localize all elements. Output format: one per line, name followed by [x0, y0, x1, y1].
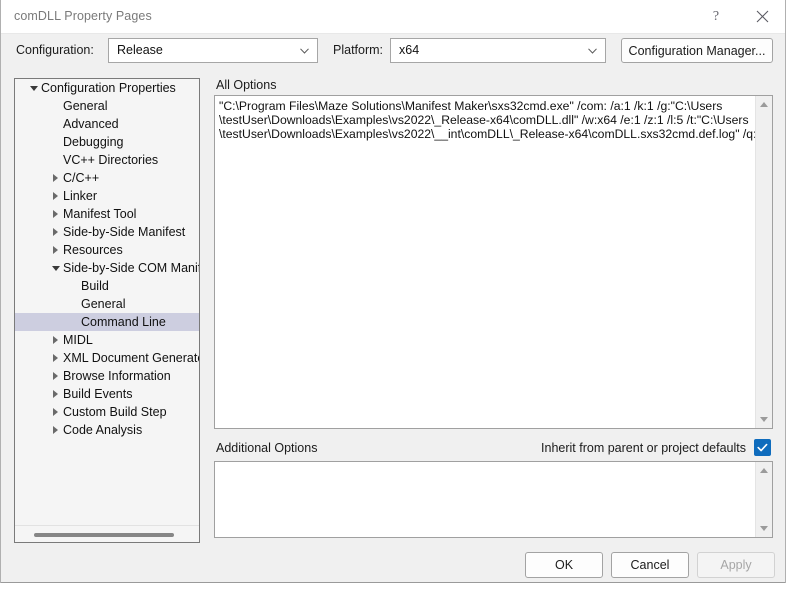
- configuration-label: Configuration:: [16, 43, 94, 57]
- all-options-value: "C:\Program Files\Maze Solutions\Manifes…: [219, 99, 764, 142]
- question-mark-icon: ?: [712, 8, 720, 24]
- tree-item-label: VC++ Directories: [63, 153, 159, 167]
- configuration-combo-value: Release: [117, 43, 163, 57]
- collapse-arrow-icon[interactable]: [52, 266, 60, 271]
- expand-arrow-icon[interactable]: [53, 228, 58, 236]
- tree-item-label: Debugging: [63, 135, 124, 149]
- chevron-down-icon: [588, 48, 597, 54]
- tree-item-label: Command Line: [81, 315, 166, 329]
- tree-item-label: Manifest Tool: [63, 207, 137, 221]
- all-options-vertical-scrollbar[interactable]: [755, 96, 772, 428]
- tree-item-label: Configuration Properties: [41, 81, 176, 95]
- tree-item-linker[interactable]: Linker: [15, 187, 199, 205]
- title-bar: comDLL Property Pages ?: [1, 0, 785, 34]
- additional-options-label: Additional Options: [216, 441, 318, 455]
- tree-item-side-by-side-com-manifest[interactable]: Side-by-Side COM Manifest: [15, 259, 199, 277]
- collapse-arrow-icon[interactable]: [30, 86, 38, 91]
- tree-item-label: Linker: [63, 189, 98, 203]
- properties-tree[interactable]: Configuration Properties General Advanced D…: [14, 78, 200, 543]
- chevron-down-icon: [300, 48, 309, 54]
- tree-item-label: XML Document Generator: [63, 351, 199, 365]
- tree-item-build-events[interactable]: Build Events: [15, 385, 199, 403]
- tree-item-label: General: [63, 99, 108, 113]
- expand-arrow-icon[interactable]: [53, 372, 58, 380]
- tree-item-label: General: [81, 297, 126, 311]
- property-pages-dialog: comDLL Property Pages ? Configuration: R…: [0, 0, 786, 583]
- tree-item-manifest-tool[interactable]: Manifest Tool: [15, 205, 199, 223]
- tree-item-label: Side-by-Side COM Manifest: [63, 261, 199, 275]
- configuration-bar: Configuration: Release Platform: x64 Con…: [1, 34, 786, 68]
- platform-combo[interactable]: x64: [390, 38, 606, 63]
- tree-item-label: MIDL: [63, 333, 93, 347]
- tree-item-label: Code Analysis: [63, 423, 143, 437]
- platform-label: Platform:: [333, 43, 384, 57]
- additional-options-vertical-scrollbar[interactable]: [755, 462, 772, 537]
- tree-item-c-c[interactable]: C/C++: [15, 169, 199, 187]
- close-button[interactable]: [739, 0, 785, 33]
- checkmark-icon: [757, 443, 768, 452]
- tree-item-browse-information[interactable]: Browse Information: [15, 367, 199, 385]
- tree-horizontal-scrollbar[interactable]: [15, 525, 199, 542]
- tree-item-label: Side-by-Side Manifest: [63, 225, 186, 239]
- expand-arrow-icon[interactable]: [53, 426, 58, 434]
- tree-item-midl[interactable]: MIDL: [15, 331, 199, 349]
- tree-item-xml-document-generator[interactable]: XML Document Generator: [15, 349, 199, 367]
- tree-item-resources[interactable]: Resources: [15, 241, 199, 259]
- tree-item-build[interactable]: Build: [15, 277, 199, 295]
- tree-item-custom-build-step[interactable]: Custom Build Step: [15, 403, 199, 421]
- additional-options-textarea[interactable]: [214, 461, 773, 538]
- tree-item-general[interactable]: General: [15, 97, 199, 115]
- tree-horizontal-scrollbar-thumb[interactable]: [34, 533, 174, 537]
- expand-arrow-icon[interactable]: [53, 408, 58, 416]
- close-icon: [756, 10, 768, 23]
- cancel-button[interactable]: Cancel: [611, 552, 689, 578]
- tree-item-label: C/C++: [63, 171, 100, 185]
- tree-item-vc-directories[interactable]: VC++ Directories: [15, 151, 199, 169]
- all-options-label: All Options: [216, 78, 277, 92]
- tree-item-label: Browse Information: [63, 369, 171, 383]
- expand-arrow-icon[interactable]: [53, 174, 58, 182]
- scroll-up-icon[interactable]: [760, 102, 768, 107]
- all-options-textarea[interactable]: "C:\Program Files\Maze Solutions\Manifes…: [214, 95, 773, 429]
- expand-arrow-icon[interactable]: [53, 246, 58, 254]
- scroll-down-icon[interactable]: [760, 526, 768, 531]
- tree-item-debugging[interactable]: Debugging: [15, 133, 199, 151]
- expand-arrow-icon[interactable]: [53, 354, 58, 362]
- platform-combo-value: x64: [399, 43, 420, 57]
- expand-arrow-icon[interactable]: [53, 192, 58, 200]
- tree-item-code-analysis[interactable]: Code Analysis: [15, 421, 199, 439]
- scroll-down-icon[interactable]: [760, 417, 768, 422]
- tree-item-configuration-properties[interactable]: Configuration Properties: [15, 79, 199, 97]
- window-title: comDLL Property Pages: [14, 9, 152, 23]
- apply-button: Apply: [697, 552, 775, 578]
- expand-arrow-icon[interactable]: [53, 210, 58, 218]
- tree-item-command-line[interactable]: Command Line: [15, 313, 199, 331]
- expand-arrow-icon[interactable]: [53, 336, 58, 344]
- help-button[interactable]: ?: [693, 0, 739, 33]
- expand-arrow-icon[interactable]: [53, 390, 58, 398]
- ok-button[interactable]: OK: [525, 552, 603, 578]
- configuration-manager-button[interactable]: Configuration Manager...: [621, 38, 773, 63]
- inherit-defaults-checkbox[interactable]: [754, 439, 771, 456]
- tree-item-general[interactable]: General: [15, 295, 199, 313]
- tree-item-advanced[interactable]: Advanced: [15, 115, 199, 133]
- tree-item-label: Resources: [63, 243, 123, 257]
- tree-item-side-by-side-manifest[interactable]: Side-by-Side Manifest: [15, 223, 199, 241]
- scroll-up-icon[interactable]: [760, 468, 768, 473]
- tree-item-label: Build Events: [63, 387, 133, 401]
- tree-item-label: Advanced: [63, 117, 119, 131]
- configuration-combo[interactable]: Release: [108, 38, 318, 63]
- inherit-defaults-label: Inherit from parent or project defaults: [541, 441, 746, 455]
- tree-item-label: Custom Build Step: [63, 405, 167, 419]
- tree-scroll-area: Configuration Properties General Advanced D…: [15, 79, 199, 525]
- tree-item-label: Build: [81, 279, 109, 293]
- dialog-footer: OK Cancel Apply: [1, 543, 786, 583]
